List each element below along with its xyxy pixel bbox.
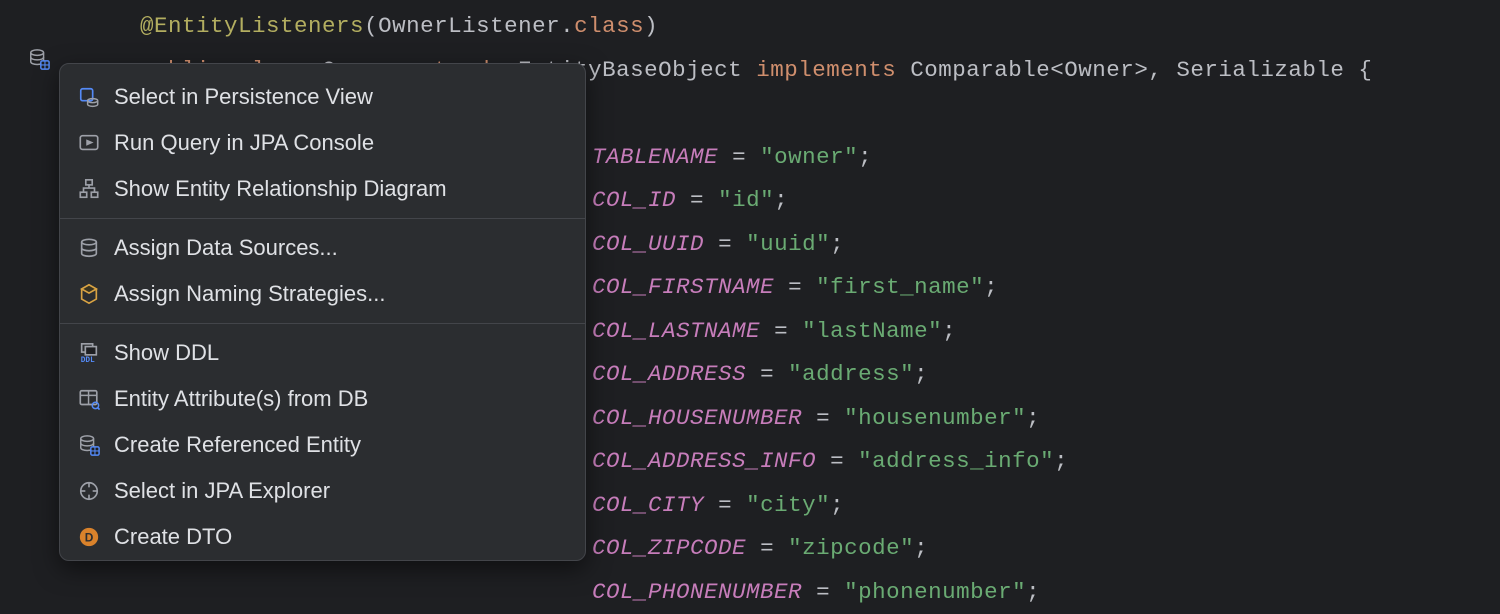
menu-item-show-ddl[interactable]: DDL Show DDL: [60, 330, 585, 376]
svg-text:DDL: DDL: [81, 357, 95, 364]
menu-separator: [60, 218, 585, 219]
menu-item-assign-data-sources[interactable]: Assign Data Sources...: [60, 225, 585, 271]
menu-item-label: Assign Data Sources...: [114, 235, 338, 261]
menu-item-label: Show Entity Relationship Diagram: [114, 176, 447, 202]
explorer-icon: [78, 480, 100, 502]
menu-item-label: Create DTO: [114, 524, 232, 550]
menu-item-create-referenced-entity[interactable]: Create Referenced Entity: [60, 422, 585, 468]
run-console-icon: [78, 132, 100, 154]
diagram-icon: [78, 178, 100, 200]
menu-item-label: Assign Naming Strategies...: [114, 281, 385, 307]
persistence-icon: [78, 86, 100, 108]
menu-item-entity-attribute-s-from-db[interactable]: Entity Attribute(s) from DB: [60, 376, 585, 422]
entity-icon: [78, 434, 100, 456]
menu-item-label: Select in Persistence View: [114, 84, 373, 110]
naming-icon: [78, 283, 100, 305]
datasource-icon: [78, 237, 100, 259]
code-line-const: COL_PHONENUMBER = "phonenumber";: [70, 571, 1500, 614]
menu-item-label: Entity Attribute(s) from DB: [114, 386, 368, 412]
menu-item-label: Create Referenced Entity: [114, 432, 361, 458]
menu-item-label: Select in JPA Explorer: [114, 478, 330, 504]
menu-item-label: Run Query in JPA Console: [114, 130, 374, 156]
table-icon: [78, 388, 100, 410]
ddl-icon: DDL: [78, 342, 100, 364]
menu-item-show-entity-relationship-diagram[interactable]: Show Entity Relationship Diagram: [60, 166, 585, 212]
menu-item-create-dto[interactable]: D Create DTO: [60, 514, 585, 560]
menu-separator: [60, 323, 585, 324]
gutter-entity-icon[interactable]: [28, 48, 50, 70]
menu-item-run-query-in-jpa-console[interactable]: Run Query in JPA Console: [60, 120, 585, 166]
code-line-annotation: @EntityListeners(OwnerListener.class): [70, 5, 1500, 49]
context-menu: Select in Persistence View Run Query in J…: [59, 63, 586, 561]
menu-item-select-in-persistence-view[interactable]: Select in Persistence View: [60, 74, 585, 120]
menu-item-label: Show DDL: [114, 340, 219, 366]
menu-item-select-in-jpa-explorer[interactable]: Select in JPA Explorer: [60, 468, 585, 514]
dto-icon: D: [78, 526, 100, 548]
svg-text:D: D: [85, 531, 94, 545]
menu-item-assign-naming-strategies[interactable]: Assign Naming Strategies...: [60, 271, 585, 317]
